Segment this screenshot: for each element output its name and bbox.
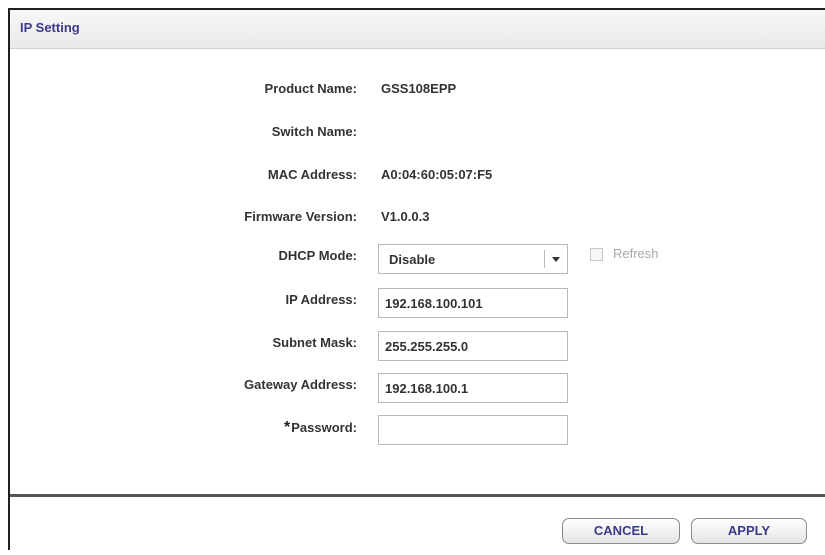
cancel-button[interactable]: CANCEL — [562, 518, 680, 544]
dialog-footer: CANCEL APPLY — [10, 494, 825, 555]
mac-address-value: A0:04:60:05:07:F5 — [381, 167, 493, 182]
switch-name-row: Switch Name: — [10, 120, 825, 144]
dialog-header: IP Setting — [10, 10, 825, 49]
password-label-group: *Password: — [284, 419, 357, 437]
gateway-address-row: Gateway Address: — [10, 373, 825, 403]
dropdown-separator — [544, 250, 545, 268]
password-label: Password: — [291, 420, 357, 435]
dhcp-mode-selected-value: Disable — [389, 252, 436, 267]
product-name-value: GSS108EPP — [381, 81, 457, 96]
product-name-label: Product Name: — [264, 81, 357, 96]
gateway-address-label: Gateway Address: — [244, 377, 357, 392]
gateway-address-input[interactable] — [378, 373, 568, 403]
refresh-label: Refresh — [613, 246, 659, 261]
password-row: *Password: — [10, 415, 825, 445]
subnet-mask-row: Subnet Mask: — [10, 331, 825, 361]
password-input[interactable] — [378, 415, 568, 445]
firmware-version-row: Firmware Version: V1.0.0.3 — [10, 205, 825, 229]
firmware-version-value: V1.0.0.3 — [381, 209, 430, 224]
apply-button[interactable]: APPLY — [691, 518, 807, 544]
mac-address-row: MAC Address: A0:04:60:05:07:F5 — [10, 163, 825, 187]
ip-address-input[interactable] — [378, 288, 568, 318]
dialog-content: Product Name: GSS108EPP Switch Name: MAC… — [10, 48, 825, 494]
ip-address-label: IP Address: — [285, 292, 357, 307]
switch-name-label: Switch Name: — [271, 124, 357, 139]
dhcp-mode-row: DHCP Mode: Disable Refresh — [10, 244, 825, 274]
firmware-version-label: Firmware Version: — [244, 209, 357, 224]
product-name-row: Product Name: GSS108EPP — [10, 77, 825, 101]
dhcp-mode-label: DHCP Mode: — [278, 248, 357, 263]
ip-setting-dialog: IP Setting Product Name: GSS108EPP Switc… — [8, 8, 825, 555]
dialog-title: IP Setting — [20, 20, 80, 35]
dhcp-mode-select[interactable]: Disable — [378, 244, 568, 274]
subnet-mask-input[interactable] — [378, 331, 568, 361]
subnet-mask-label: Subnet Mask: — [272, 335, 357, 350]
chevron-down-icon[interactable] — [552, 257, 560, 262]
ip-address-row: IP Address: — [10, 288, 825, 318]
refresh-checkbox[interactable] — [590, 248, 603, 261]
mac-address-label: MAC Address: — [267, 167, 357, 182]
required-star-icon: * — [284, 419, 291, 436]
